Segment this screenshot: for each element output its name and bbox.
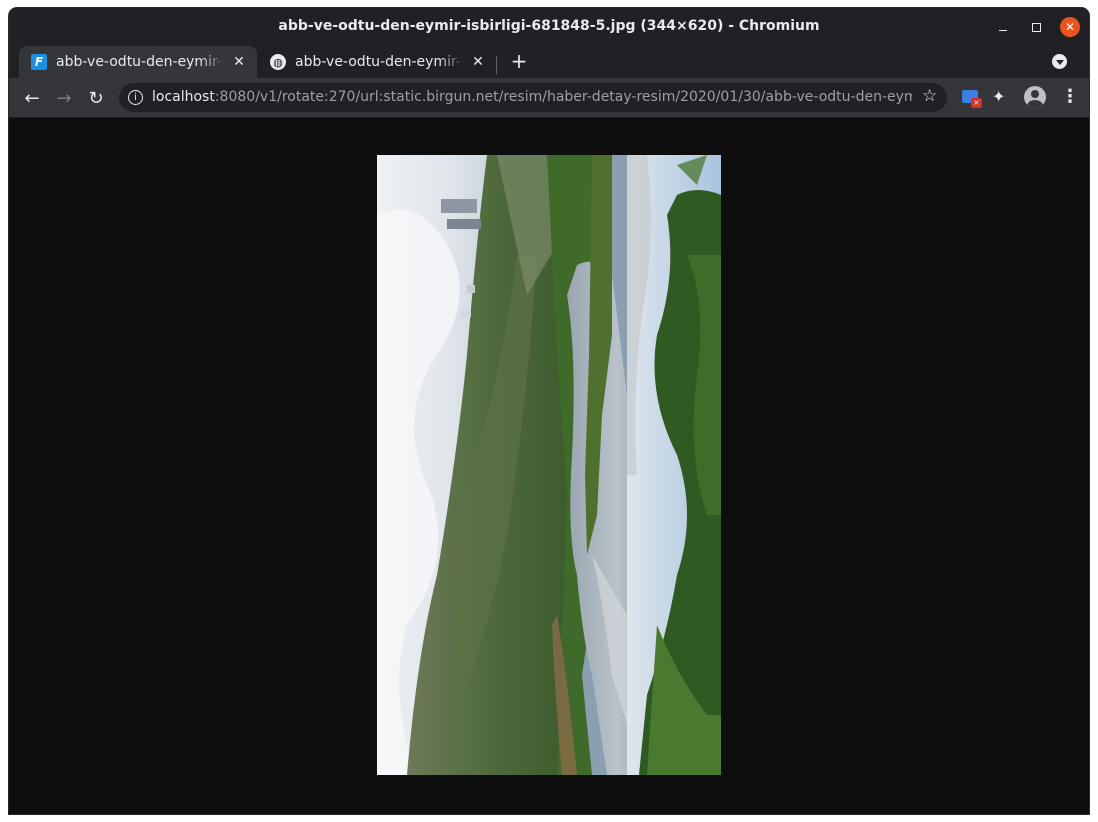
url-host: localhost [152,89,215,105]
tab-label: abb-ve-odtu-den-eymir-isbirligi [295,54,464,70]
menu-icon[interactable]: ⋮ [1061,86,1079,107]
globe-icon: ◍ [270,54,286,70]
extensions-puzzle-icon[interactable]: ✦ [992,87,1005,106]
rotated-landscape-image [377,155,721,775]
reload-button[interactable]: ↻ [83,85,109,111]
address-bar[interactable]: i localhost:8080/v1/rotate:270/url:stati… [119,83,947,112]
new-tab-button[interactable]: + [508,49,530,73]
chevron-down-icon [1055,60,1064,65]
maximize-icon [1031,22,1041,32]
url-text[interactable]: localhost:8080/v1/rotate:270/url:static.… [152,89,912,105]
back-button[interactable]: ← [19,85,45,111]
tab-close-icon[interactable]: ✕ [470,54,486,70]
tab-inactive[interactable]: ◍ abb-ve-odtu-den-eymir-isbirligi ✕ [258,46,496,78]
minimize-icon [999,29,1007,31]
window-title: abb-ve-odtu-den-eymir-isbirligi-681848-5… [278,18,820,34]
close-icon: ✕ [1064,20,1076,34]
profile-avatar[interactable] [1024,86,1046,108]
landscape-photo [377,155,721,775]
title-bar: abb-ve-odtu-den-eymir-isbirligi-681848-5… [9,8,1089,46]
site-favicon-icon: F [31,54,47,70]
minimize-button[interactable] [993,17,1013,37]
page-content [9,118,1089,814]
extension-icon[interactable]: × [962,90,982,108]
tab-divider [496,56,497,74]
avatar-head [1031,90,1039,98]
tab-label: abb-ve-odtu-den-eymir-isbirligi [56,54,225,70]
tab-active[interactable]: F abb-ve-odtu-den-eymir-isbirligi ✕ [19,46,257,78]
forward-button[interactable]: → [51,85,77,111]
url-path: :8080/v1/rotate:270/url:static.birgun.ne… [214,89,912,105]
extension-badge: × [971,98,982,108]
avatar-body [1027,100,1043,108]
bookmark-star-icon[interactable]: ☆ [922,86,937,106]
toolbar: ← → ↻ i localhost:8080/v1/rotate:270/url… [9,78,1089,118]
close-window-button[interactable]: ✕ [1060,17,1080,37]
tab-strip: F abb-ve-odtu-den-eymir-isbirligi ✕ ◍ ab… [9,44,1089,78]
browser-window: abb-ve-odtu-den-eymir-isbirligi-681848-5… [9,8,1089,814]
tab-search-button[interactable] [1052,54,1067,69]
site-info-icon[interactable]: i [128,90,143,105]
tab-close-icon[interactable]: ✕ [231,54,247,70]
maximize-button[interactable] [1026,17,1046,37]
